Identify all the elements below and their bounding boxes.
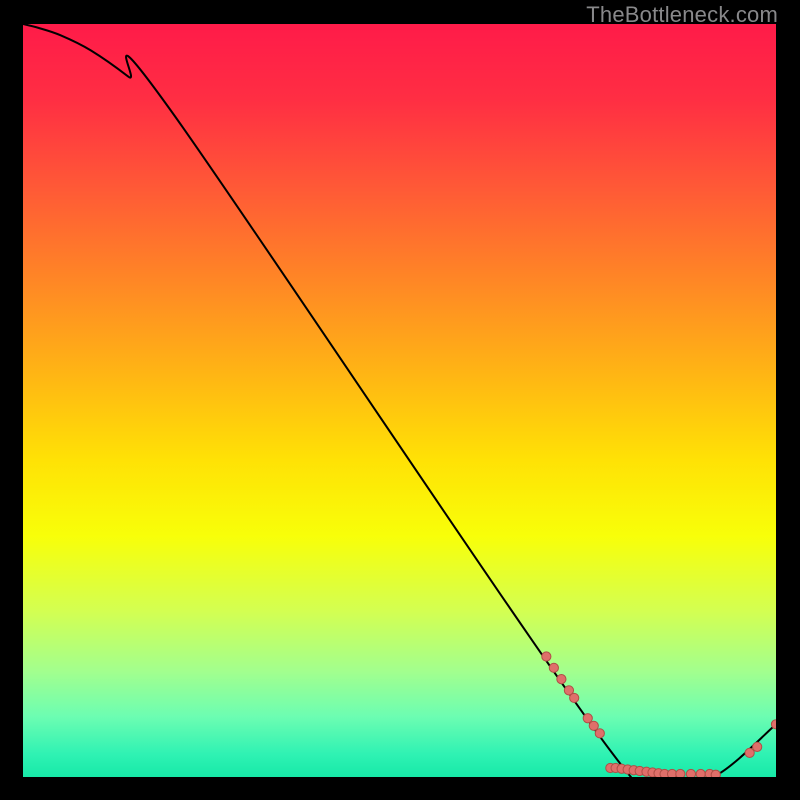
data-marker [696, 769, 705, 777]
data-marker [595, 729, 604, 738]
data-marker [711, 770, 720, 777]
chart-figure: TheBottleneck.com [0, 0, 800, 800]
data-marker [583, 714, 592, 723]
gradient-background [23, 24, 776, 777]
data-marker [570, 693, 579, 702]
data-marker [549, 663, 558, 672]
data-marker [542, 652, 551, 661]
data-marker [771, 720, 776, 729]
data-marker [753, 742, 762, 751]
data-marker [667, 769, 676, 777]
data-marker [686, 769, 695, 777]
data-marker [557, 675, 566, 684]
watermark-text: TheBottleneck.com [586, 2, 778, 28]
data-marker [589, 721, 598, 730]
data-marker [676, 769, 685, 777]
data-marker [745, 748, 754, 757]
chart-plot [23, 24, 776, 777]
